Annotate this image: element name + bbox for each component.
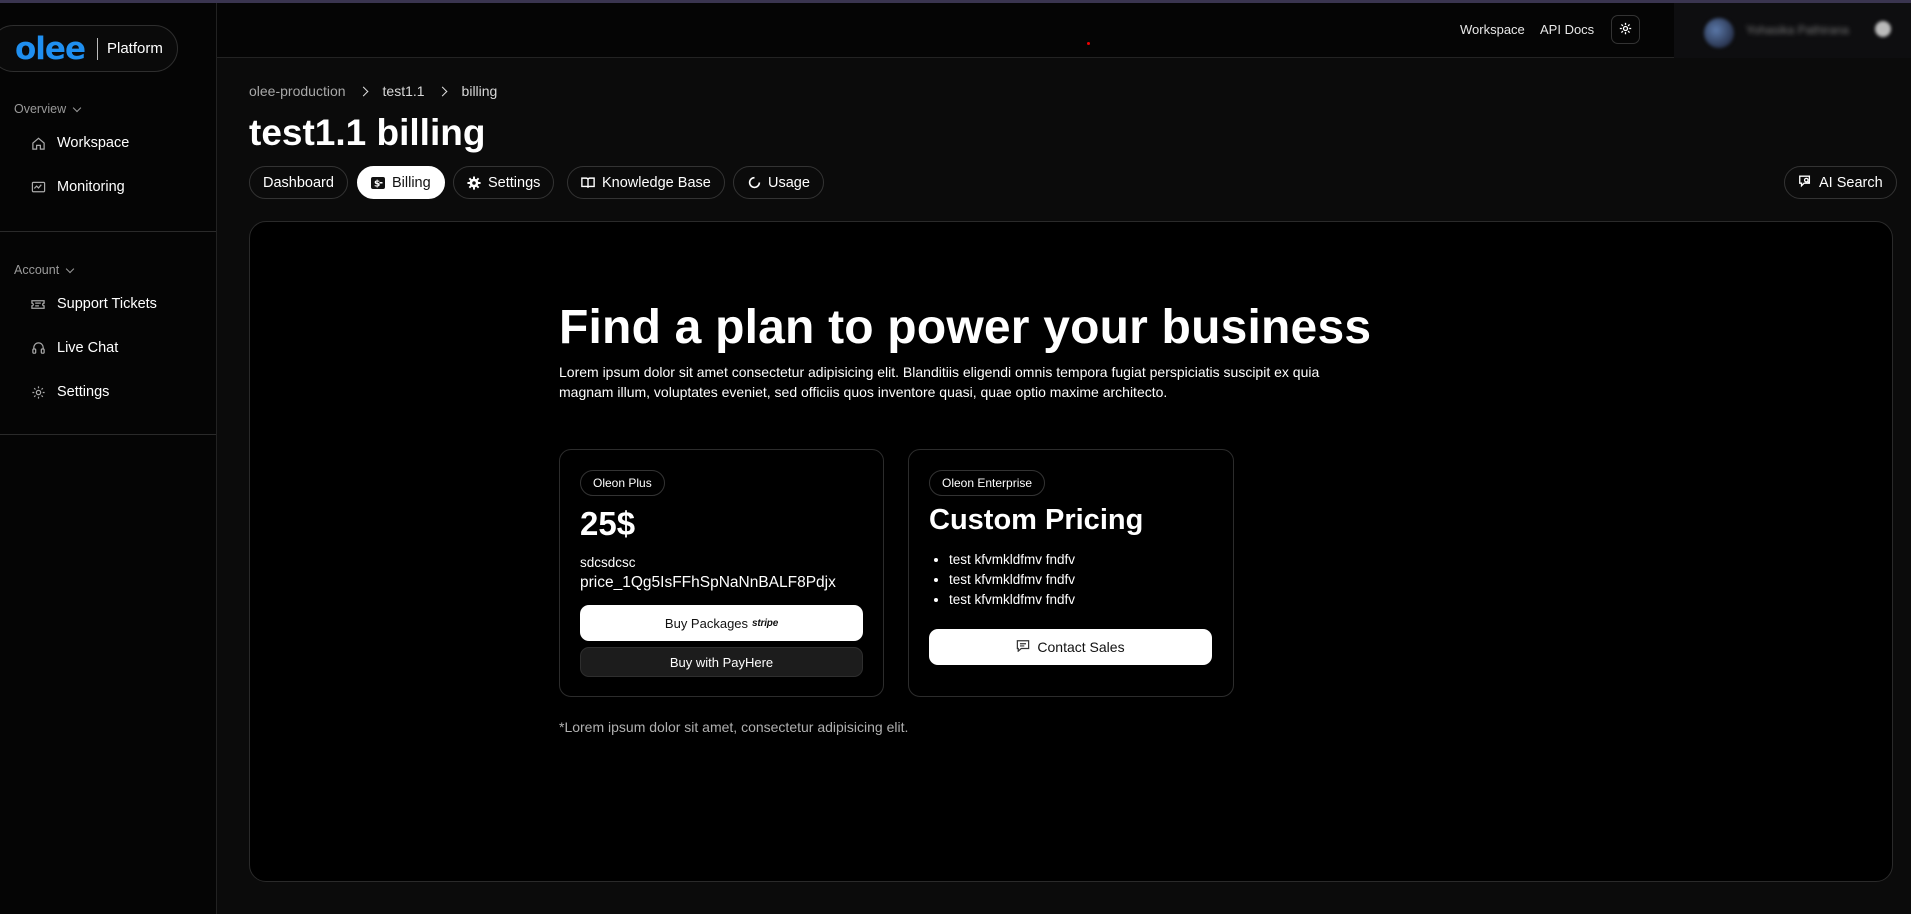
plan-card-enterprise: Oleon Enterprise Custom Pricing test kfv… <box>908 449 1234 697</box>
pricing-footnote: *Lorem ipsum dolor sit amet, consectetur… <box>559 719 909 735</box>
tab-label: Billing <box>392 174 431 191</box>
breadcrumb: olee-production test1.1 billing <box>249 83 497 99</box>
stripe-logo: stripe <box>752 617 779 629</box>
chevron-right-icon <box>358 86 368 96</box>
chevron-right-icon <box>437 86 447 96</box>
headset-icon <box>30 340 46 356</box>
tab-settings[interactable]: Settings <box>453 166 555 199</box>
tab-label: Settings <box>488 174 541 191</box>
logo-divider <box>96 37 98 60</box>
plan-description: sdcsdcsc <box>580 555 636 570</box>
list-item: test kfvmkldfmv fndfv <box>949 590 1075 610</box>
chevron-down-icon <box>72 103 82 112</box>
top-bar: Workspace API Docs Yohasika Pathirana <box>217 3 1911 58</box>
plan-feature-list: test kfvmkldfmv fndfv test kfvmkldfmv fn… <box>949 550 1075 610</box>
sidebar-divider <box>0 434 216 435</box>
tab-dashboard[interactable]: Dashboard <box>249 166 348 199</box>
sidebar-item-live-chat[interactable]: Live Chat <box>30 340 118 356</box>
section-account-toggle[interactable]: Account <box>14 263 75 277</box>
sidebar: olee Platform Overview Workspace Monitor… <box>0 3 217 914</box>
buy-packages-label: Buy Packages <box>664 615 749 631</box>
gear-icon <box>30 384 46 400</box>
plan-price: 25$ <box>580 505 636 542</box>
breadcrumb-item[interactable]: olee-production <box>249 83 346 99</box>
tab-label: Knowledge Base <box>602 174 711 191</box>
tab-knowledge-base[interactable]: Knowledge Base <box>567 166 725 199</box>
sidebar-item-label: Support Tickets <box>57 296 157 312</box>
plan-card-plus: Oleon Plus 25$ sdcsdcsc price_1Qg5IsFFhS… <box>559 449 884 697</box>
sidebar-item-workspace[interactable]: Workspace <box>30 135 129 151</box>
svg-text:$: $ <box>374 179 380 189</box>
list-item: test kfvmkldfmv fndfv <box>949 570 1075 590</box>
brand-logo[interactable]: olee Platform <box>0 25 178 72</box>
ai-search-icon <box>1798 174 1812 192</box>
chat-icon <box>1016 639 1030 655</box>
contact-sales-button[interactable]: Contact Sales <box>929 629 1212 665</box>
pricing-description: Lorem ipsum dolor sit amet consectetur a… <box>559 364 1320 400</box>
monitor-icon <box>30 179 46 195</box>
home-icon <box>30 135 46 151</box>
usage-circle-icon <box>747 176 761 190</box>
user-name: Yohasika Pathirana <box>1746 23 1849 37</box>
logo-product-label: Platform <box>106 40 163 57</box>
book-icon <box>581 176 595 190</box>
sidebar-divider <box>0 231 216 232</box>
sidebar-item-label: Settings <box>57 384 110 400</box>
avatar <box>1704 18 1734 48</box>
sidebar-item-monitoring[interactable]: Monitoring <box>30 179 125 195</box>
sidebar-item-label: Live Chat <box>57 340 119 356</box>
tab-usage[interactable]: Usage <box>733 166 824 199</box>
plan-price-id: price_1Qg5IsFFhSpNaNnBALF8Pdjx <box>580 574 836 591</box>
theme-toggle-button[interactable] <box>1611 15 1640 44</box>
top-link-api-docs[interactable]: API Docs <box>1540 22 1594 37</box>
indicator-dot <box>1087 42 1090 45</box>
tab-label: Usage <box>768 174 810 191</box>
logo-wordmark: olee <box>15 30 86 67</box>
user-menu[interactable]: Yohasika Pathirana <box>1674 3 1911 58</box>
section-overview-toggle[interactable]: Overview <box>14 102 82 116</box>
section-account-label: Account <box>14 263 60 277</box>
breadcrumb-item[interactable]: test1.1 <box>383 83 425 99</box>
tab-label: Dashboard <box>263 174 334 191</box>
plan-price: Custom Pricing <box>929 504 1144 536</box>
top-link-workspace[interactable]: Workspace <box>1460 22 1525 37</box>
chevron-down-icon <box>65 264 75 273</box>
contact-sales-label: Contact Sales <box>1037 639 1125 655</box>
buy-with-payhere-button[interactable]: Buy with PayHere <box>580 647 863 677</box>
buy-payhere-label: Buy with PayHere <box>669 654 774 670</box>
close-icon[interactable] <box>1875 21 1891 37</box>
sidebar-item-support-tickets[interactable]: Support Tickets <box>30 296 157 312</box>
tab-billing[interactable]: $ Billing <box>357 166 445 199</box>
billing-icon: $ <box>371 176 385 190</box>
page-title: test1.1 billing <box>249 112 486 153</box>
sidebar-item-label: Monitoring <box>57 179 125 195</box>
sidebar-item-label: Workspace <box>57 135 130 151</box>
gear-icon <box>467 175 481 190</box>
list-item: test kfvmkldfmv fndfv <box>949 550 1075 570</box>
buy-packages-button[interactable]: Buy Packages stripe <box>580 605 863 641</box>
sun-icon <box>1619 22 1632 38</box>
ticket-icon <box>30 296 46 312</box>
plan-badge: Oleon Plus <box>580 470 665 496</box>
section-overview-label: Overview <box>14 102 67 116</box>
ai-search-button[interactable]: AI Search <box>1784 166 1897 199</box>
breadcrumb-item[interactable]: billing <box>462 83 498 99</box>
plan-badge: Oleon Enterprise <box>929 470 1046 496</box>
ai-search-label: AI Search <box>1819 174 1883 191</box>
pricing-headline: Find a plan to power your business <box>559 301 1372 354</box>
sidebar-item-settings[interactable]: Settings <box>30 384 109 400</box>
